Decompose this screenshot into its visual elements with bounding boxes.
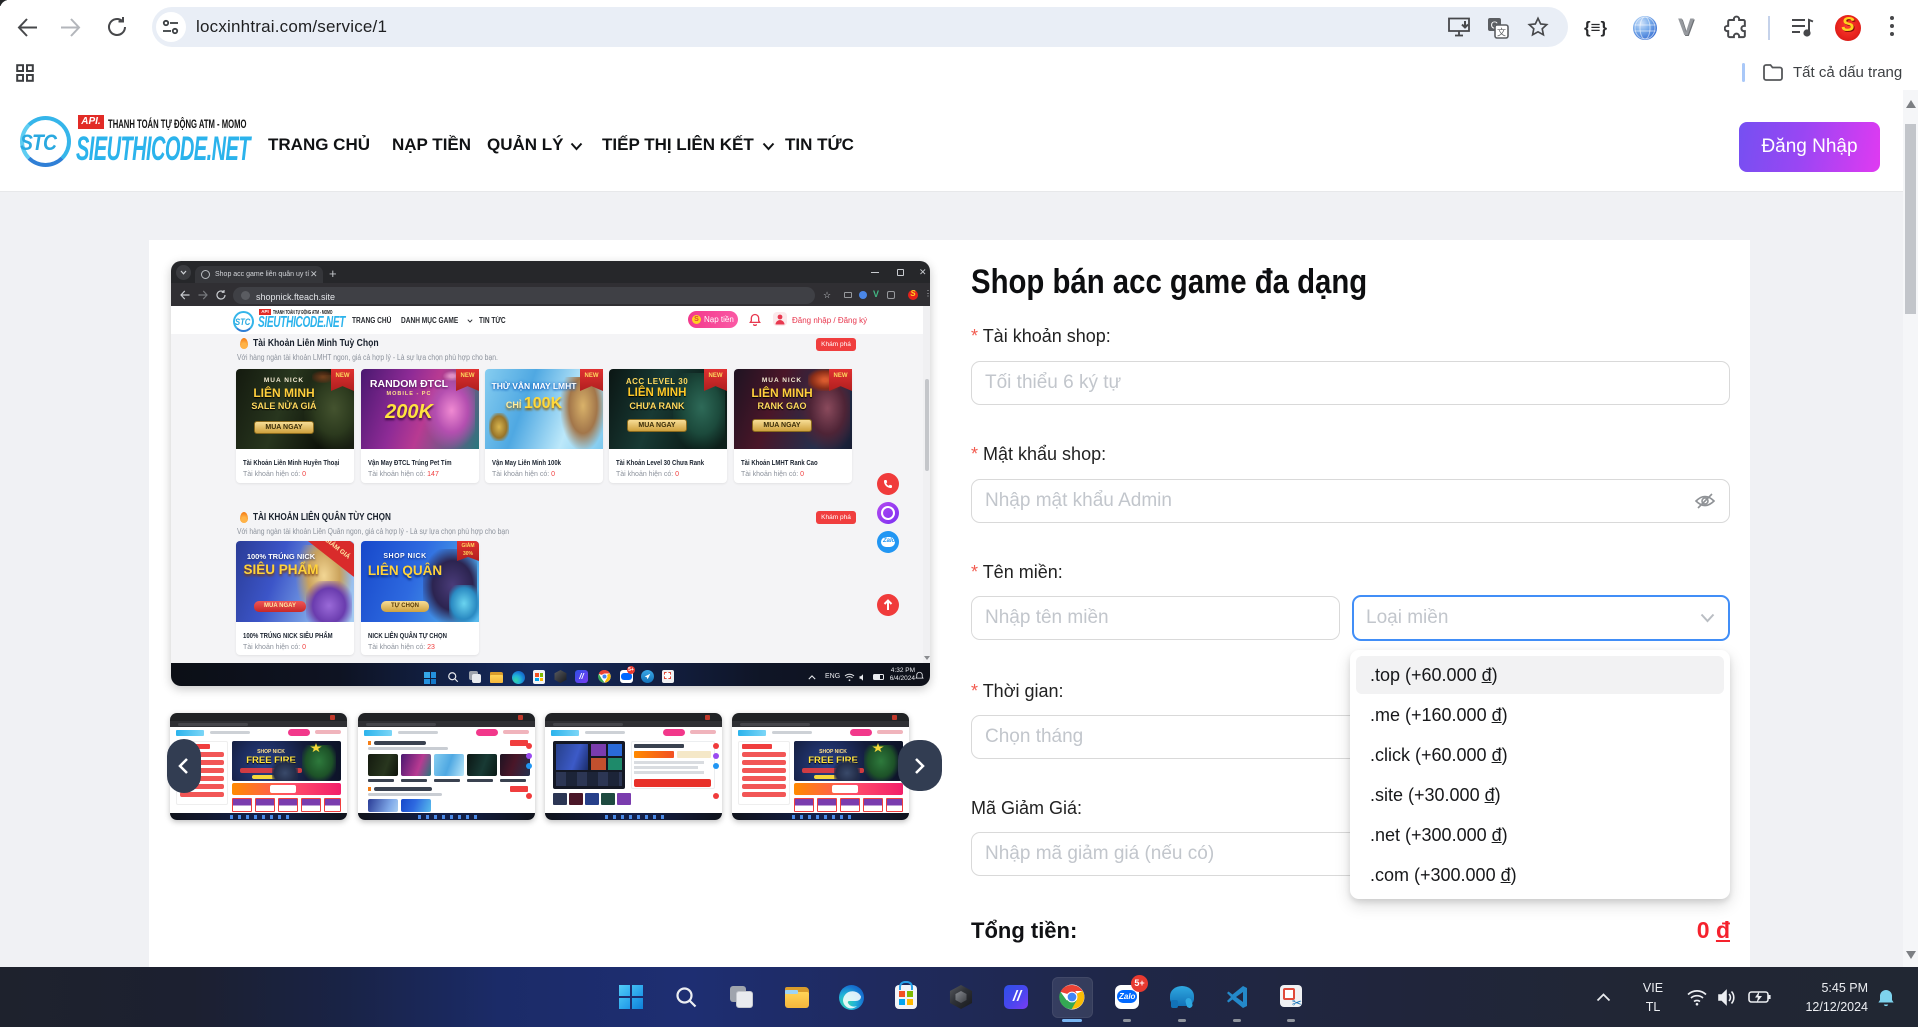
svg-text:文: 文 [1497, 27, 1506, 38]
